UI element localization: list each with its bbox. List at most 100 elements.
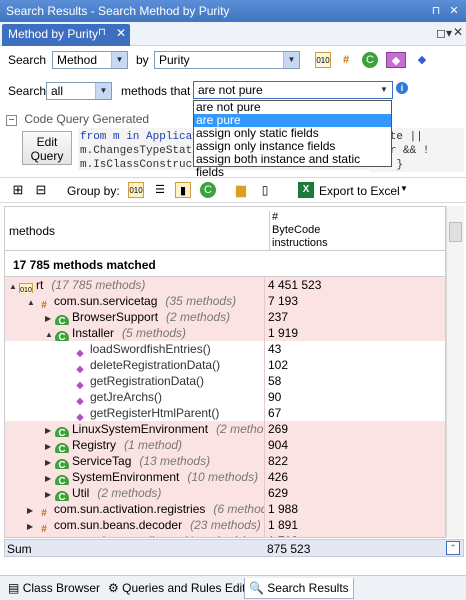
assembly-icon[interactable]: 010 (315, 52, 331, 68)
dropdown-option[interactable]: assign both instance and static fields (194, 153, 391, 179)
info-icon[interactable]: i (396, 82, 408, 94)
tree-row[interactable]: ◆ getJreArchs() 90 (5, 389, 445, 405)
expand-arrow-icon[interactable]: ▶ (27, 503, 37, 517)
tree-row-name-cell: ▲ # com.sun.servicetag (35 methods) (5, 293, 264, 309)
collapse-sum-icon[interactable]: ⌃ (446, 541, 460, 555)
code-query-header[interactable]: − Code Query Generated (6, 112, 149, 126)
expand-arrow-icon[interactable]: ▶ (45, 439, 55, 453)
tree-row-name-cell: ▶ C LinuxSystemEnvironment (2 metho (5, 421, 264, 437)
tree-row[interactable]: ▶ C Util (2 methods) 629 (5, 485, 445, 501)
field-icon[interactable]: ◆ (414, 52, 430, 68)
tree-row[interactable]: ▶ # com.sun.activation.registries (6 method… (5, 501, 445, 517)
method-icon: ◆ (76, 380, 84, 389)
tree-row[interactable]: ▶#com.sun.beans.editors(4 methods)1 712 (5, 533, 445, 537)
expand-arrow-icon[interactable]: ▶ (27, 519, 37, 533)
group-by-type-icon[interactable]: ▮ (175, 182, 191, 198)
tree-row[interactable]: ◆ getRegistrationData() 58 (5, 373, 445, 389)
sum-value: 875 523 (267, 542, 311, 556)
tree-row-count: (2 methods) (166, 310, 231, 324)
tab-queries-rules-edit[interactable]: ⚙ Queries and Rules Edit (104, 578, 250, 599)
tree-row-name-cell: ▶ C Registry (1 method) (5, 437, 264, 453)
group-by-class-icon[interactable]: C (200, 182, 216, 198)
expand-arrow-icon[interactable]: ▶ (45, 471, 55, 485)
export-dropdown-icon[interactable]: ▼ (400, 184, 408, 193)
grid-header: methods # ByteCode instructions (5, 207, 445, 251)
results-grid: methods # ByteCode instructions 17 785 m… (4, 206, 446, 538)
panel-close-icon[interactable]: ✕ (453, 25, 463, 39)
edit-label: Edit (36, 135, 58, 149)
tree-row[interactable]: ◆ deleteRegistrationData() 102 (5, 357, 445, 373)
tree-row-count: (10 methods) (187, 470, 259, 484)
group-by-namespace-icon[interactable]: ☰ (152, 182, 168, 198)
tree-row[interactable]: ▲ C Installer (5 methods) 1 919 (5, 325, 445, 341)
column-methods[interactable]: methods (9, 224, 55, 238)
by-select[interactable]: Purity ▼ (154, 51, 300, 69)
column-bytecode-title: ByteCode (272, 224, 321, 236)
tree-row[interactable]: ▶ C ServiceTag (13 methods) 822 (5, 453, 445, 469)
method-icon: ◆ (76, 348, 84, 357)
query-label: Query (30, 149, 64, 163)
tree-row[interactable]: ◆ loadSwordfishEntries() 43 (5, 341, 445, 357)
sum-row: Sum 875 523 ⌃ (4, 539, 464, 557)
tree-row-label: loadSwordfishEntries() (90, 342, 211, 356)
expand-arrow-icon[interactable]: ▶ (27, 535, 37, 537)
tab-class-browser-label: Class Browser (22, 581, 101, 595)
tree-row[interactable]: ▶ C SystemEnvironment (10 methods) 426 (5, 469, 445, 485)
tab-class-browser[interactable]: ▤ Class Browser (4, 578, 104, 599)
chevron-down-icon: ▼ (283, 52, 299, 68)
namespace-icon[interactable]: # (338, 52, 354, 68)
tab-close-icon[interactable]: ✕ (116, 26, 126, 40)
expand-all-icon[interactable]: ⊞ (10, 182, 26, 198)
tree-row-bytecode-value: 904 (264, 437, 445, 453)
document-icon[interactable]: ▯ (257, 182, 273, 198)
window-title: Search Results - Search Method by Purity (6, 4, 230, 18)
purity-select[interactable]: are not pure ▼ (193, 81, 393, 99)
class-icon[interactable]: C (362, 52, 378, 68)
scope-select[interactable]: all ▼ (46, 82, 112, 100)
tab-method-by-purity[interactable]: Method by Purity ⊓ ✕ (2, 24, 130, 46)
tree-row-name-cell: ▶ # com.sun.beans.decoder (23 methods) (5, 517, 264, 533)
pin-icon[interactable]: ⊓ (428, 3, 444, 19)
tree-row[interactable]: ▲ 010 rt (17 785 methods) 4 451 523 (5, 277, 445, 293)
group-by-assembly-icon[interactable]: 010 (128, 182, 144, 198)
column-bytecode[interactable]: # ByteCode instructions (269, 211, 328, 251)
collapse-arrow-icon[interactable]: ▲ (27, 295, 37, 309)
tree-row[interactable]: ▶ # com.sun.beans.decoder (23 methods) 1 891 (5, 517, 445, 533)
by-value: Purity (159, 53, 190, 67)
expand-arrow-icon[interactable]: ▶ (45, 423, 55, 437)
tree-row[interactable]: ▶ C LinuxSystemEnvironment (2 metho 269 (5, 421, 445, 437)
tree-row-label: BrowserSupport (72, 310, 159, 324)
tree-row-bytecode-value: 4 451 523 (264, 277, 445, 293)
scrollbar-thumb[interactable] (449, 222, 462, 242)
tree-row-bytecode-value: 1 891 (264, 517, 445, 533)
tree-row[interactable]: ◆ getRegisterHtmlParent() 67 (5, 405, 445, 421)
method-icon[interactable]: ◆ (386, 52, 406, 68)
search-type-select[interactable]: Method ▼ (52, 51, 128, 69)
tab-search-results[interactable]: 🔍 Search Results (244, 578, 354, 599)
vertical-scrollbar[interactable] (446, 206, 464, 538)
expand-arrow-icon[interactable]: ▶ (45, 455, 55, 469)
edit-query-button[interactable]: Edit Query (22, 131, 72, 165)
collapse-all-icon[interactable]: ⊟ (33, 182, 49, 198)
excel-icon[interactable]: X (298, 182, 314, 198)
tree-row-label: LinuxSystemEnvironment (72, 422, 209, 436)
tree-row[interactable]: ▶ C BrowserSupport (2 methods) 237 (5, 309, 445, 325)
tree-row-count: (2 methods) (97, 486, 162, 500)
folder-icon[interactable]: ▆ (233, 182, 249, 198)
tab-pin-icon[interactable]: ⊓ (98, 27, 106, 38)
tab-menu-icon[interactable]: ◻▾ (436, 26, 452, 40)
collapse-icon[interactable]: − (6, 115, 17, 126)
collapse-arrow-icon[interactable]: ▲ (45, 327, 55, 341)
tree-row[interactable]: ▲ # com.sun.servicetag (35 methods) 7 193 (5, 293, 445, 309)
code-line-3: m.IsClassConstructo (80, 159, 206, 170)
tree-row[interactable]: ▶ C Registry (1 method) 904 (5, 437, 445, 453)
tree-row-count: (5 methods) (122, 326, 187, 340)
tree-row-count: (2 metho (216, 422, 264, 436)
by-label: by (136, 53, 149, 67)
export-to-excel-button[interactable]: Export to Excel (319, 184, 400, 198)
collapse-arrow-icon[interactable]: ▲ (9, 279, 19, 293)
expand-arrow-icon[interactable]: ▶ (45, 487, 55, 501)
expand-arrow-icon[interactable]: ▶ (45, 311, 55, 325)
close-icon[interactable]: ✕ (446, 3, 462, 19)
tree-row-label: com.sun.activation.registries (54, 502, 206, 516)
